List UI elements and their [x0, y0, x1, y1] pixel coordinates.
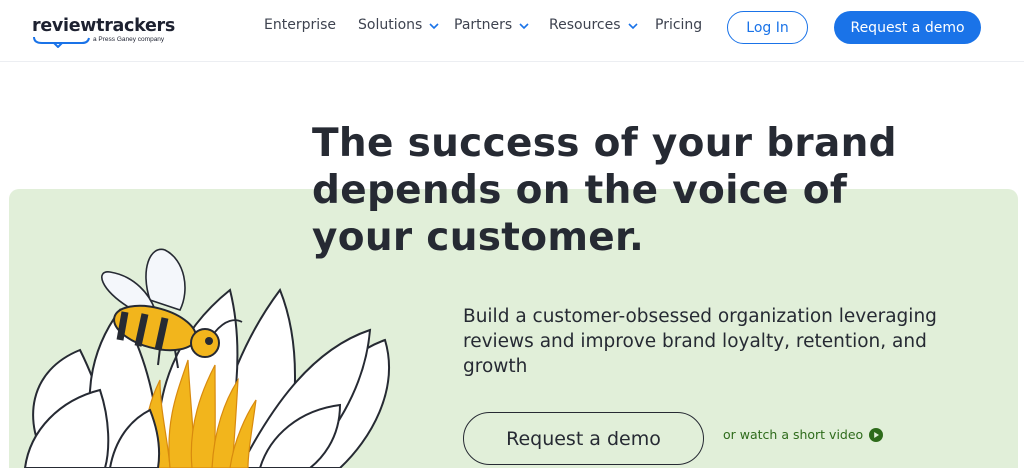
- nav-resources[interactable]: Resources: [549, 17, 638, 33]
- hero-subtext: Build a customer-obsessed organization l…: [463, 306, 937, 377]
- nav-enterprise[interactable]: Enterprise: [264, 17, 336, 33]
- hero-headline: The success of your brand depends on the…: [312, 121, 897, 260]
- request-demo-hero-button[interactable]: Request a demo: [463, 412, 704, 465]
- nav-label: Enterprise: [264, 17, 337, 33]
- chevron-down-icon: [519, 23, 529, 30]
- nav-partners[interactable]: Partners: [454, 17, 529, 33]
- request-demo-header-button[interactable]: Request a demo: [834, 11, 981, 44]
- login-button[interactable]: Log In: [727, 11, 808, 44]
- bee-on-lotus-flower-illustration: [23, 248, 390, 468]
- watch-video-label: or watch a short video: [723, 427, 864, 442]
- chevron-down-icon: [627, 23, 638, 30]
- chevron-down-icon: [429, 23, 439, 30]
- nav-pricing[interactable]: Pricing: [655, 17, 702, 33]
- nav-label: Partners: [454, 17, 513, 33]
- site-header: reviewtrackers a Press Ganey company Ent…: [0, 0, 1024, 62]
- watch-video-link[interactable]: or watch a short video: [723, 427, 884, 442]
- nav-label: Resources: [549, 17, 621, 33]
- nav-solutions[interactable]: Solutions: [358, 17, 439, 33]
- nav-label: Solutions: [358, 17, 423, 33]
- play-icon: [869, 427, 884, 442]
- nav-label: Pricing: [655, 17, 703, 33]
